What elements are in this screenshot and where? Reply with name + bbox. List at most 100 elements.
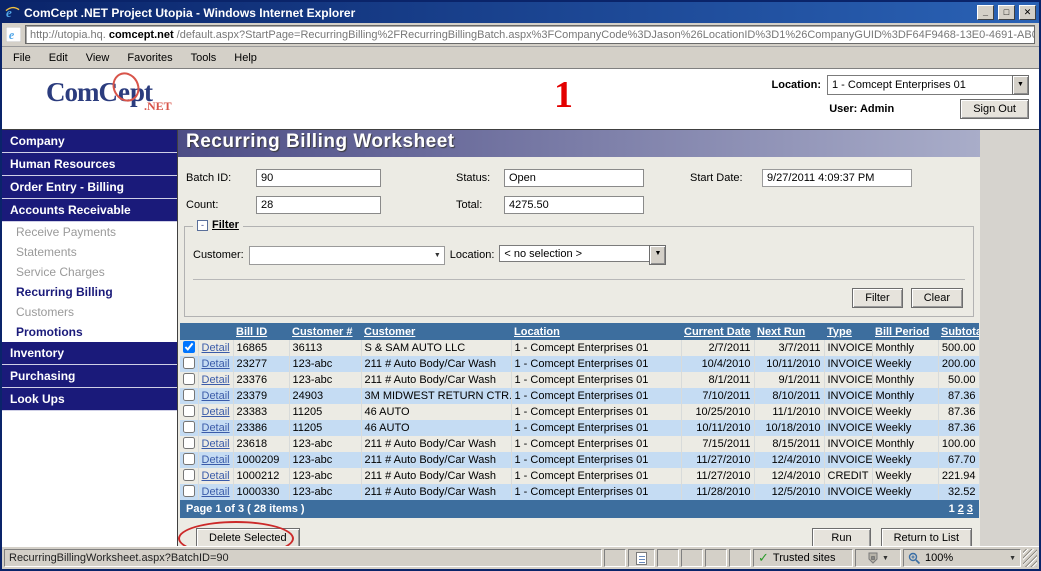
menu-favorites[interactable]: Favorites [118,49,181,67]
pager-page-2[interactable]: 2 [958,503,964,515]
cell-current-date: 11/27/2010 [681,452,754,468]
row-checkbox[interactable] [183,341,195,353]
grid-body: Detail1686536113S & SAM AUTO LLC1 - Comc… [180,340,979,500]
menu-edit[interactable]: Edit [40,49,77,67]
detail-link[interactable]: Detail [202,486,230,498]
chevron-down-icon: ▼ [882,555,889,562]
detail-link[interactable]: Detail [202,470,230,482]
menu-file[interactable]: File [4,49,40,67]
protected-mode-indicator[interactable]: ▼ [855,549,901,567]
sign-out-button[interactable]: Sign Out [960,99,1029,119]
count-field[interactable] [256,196,381,214]
table-row: Detail1000209123-abc211 # Auto Body/Car … [180,452,979,468]
url-prefix: http://utopia.hq. [30,29,106,41]
sidebar-item-look-ups[interactable]: Look Ups [2,388,177,411]
pager-info: Page 1 of 3 ( 28 items ) [186,503,305,515]
row-checkbox[interactable] [183,389,195,401]
sidebar-item-promotions[interactable]: Promotions [2,322,177,342]
detail-link[interactable]: Detail [202,358,230,370]
cell-customer-no: 24903 [289,388,361,404]
batch-id-field[interactable] [256,169,381,187]
sidebar-item-order-entry-billing[interactable]: Order Entry - Billing [2,176,177,199]
cell-current-date: 2/7/2011 [681,340,754,356]
detail-link[interactable]: Detail [202,422,230,434]
cell-customer-no: 36113 [289,340,361,356]
cell-next-run: 8/10/2011 [754,388,824,404]
menu-view[interactable]: View [77,49,119,67]
close-button[interactable]: ✕ [1019,5,1036,20]
url-field[interactable]: http://utopia.hq.comcept.net/default.asp… [25,25,1035,44]
sidebar-item-company[interactable]: Company [2,130,177,153]
chevron-down-icon[interactable]: ▼ [1012,75,1029,95]
row-checkbox[interactable] [183,405,195,417]
cell-bill-id: 1000330 [233,484,289,500]
sidebar-item-recurring-billing[interactable]: Recurring Billing [2,282,177,302]
chevron-down-icon[interactable]: ▼ [649,245,666,265]
row-checkbox[interactable] [183,453,195,465]
detail-link[interactable]: Detail [202,390,230,402]
detail-link[interactable]: Detail [202,374,230,386]
filter-legend[interactable]: Filter [212,219,239,231]
col-bill-id[interactable]: Bill ID [233,323,289,340]
clear-button[interactable]: Clear [911,288,963,308]
menu-tools[interactable]: Tools [182,49,226,67]
cell-type: INVOICE [824,340,872,356]
row-checkbox[interactable] [183,485,195,497]
pager-page-3[interactable]: 3 [967,503,973,515]
sidebar-item-human-resources[interactable]: Human Resources [2,153,177,176]
total-field[interactable] [504,196,644,214]
col-bill-period[interactable]: Bill Period [872,323,938,340]
detail-link[interactable]: Detail [202,406,230,418]
col-current-date[interactable]: Current Date [681,323,754,340]
delete-selected-button[interactable]: Delete Selected [196,528,300,546]
col-customer[interactable]: Customer # [289,323,361,340]
status-field[interactable] [504,169,644,187]
start-date-value: 9/27/2011 4:09:37 PM [762,169,912,187]
row-checkbox[interactable] [183,437,195,449]
cell-subtotal: 50.00 [938,372,979,388]
status-url: RecurringBillingWorksheet.aspx?BatchID=9… [4,549,602,567]
check-icon: ✓ [758,550,769,566]
main-content: Recurring Billing Worksheet Batch ID: St… [178,130,980,546]
filter-button[interactable]: Filter [852,288,902,308]
ie-icon: e [5,5,20,20]
security-zone: ✓ Trusted sites [753,549,853,567]
location-select[interactable]: 1 - Comcept Enterprises 01 ▼ [827,75,1029,95]
detail-link[interactable]: Detail [202,438,230,450]
cell-customer-no: 11205 [289,404,361,420]
col-type[interactable]: Type [824,323,872,340]
resize-grip[interactable] [1023,549,1037,567]
cell-customer: 211 # Auto Body/Car Wash [361,356,511,372]
menu-help[interactable]: Help [225,49,266,67]
col-location[interactable]: Location [511,323,681,340]
detail-link[interactable]: Detail [202,454,230,466]
table-row: Detail233831120546 AUTO1 - Comcept Enter… [180,404,979,420]
maximize-button[interactable]: □ [998,5,1015,20]
col-subtotal[interactable]: Subtotal [938,323,979,340]
sidebar-item-accounts-receivable[interactable]: Accounts Receivable [2,199,177,222]
zoom-level: 100% [925,552,953,564]
customer-filter-label: Customer: [193,249,244,261]
return-to-list-button[interactable]: Return to List [881,528,972,546]
col-next-run[interactable]: Next Run [754,323,824,340]
chevron-down-icon: ▼ [434,252,441,259]
minimize-button[interactable]: _ [977,5,994,20]
customer-filter-select[interactable]: ▼ [249,246,445,265]
collapse-icon[interactable]: - [197,220,208,231]
row-checkbox[interactable] [183,373,195,385]
cell-next-run: 9/1/2011 [754,372,824,388]
row-checkbox[interactable] [183,421,195,433]
cell-bill-id: 16865 [233,340,289,356]
row-checkbox[interactable] [183,469,195,481]
run-button[interactable]: Run [812,528,870,546]
cell-subtotal: 67.70 [938,452,979,468]
user-text: User: Admin [829,103,894,115]
sidebar-item-inventory[interactable]: Inventory [2,342,177,365]
row-checkbox[interactable] [183,357,195,369]
detail-link[interactable]: Detail [202,342,230,354]
location-filter-select[interactable]: < no selection > ▼ [499,245,666,265]
cell-current-date: 7/10/2011 [681,388,754,404]
zoom-control[interactable]: 100% ▼ [903,549,1021,567]
col-customer[interactable]: Customer [361,323,511,340]
sidebar-item-purchasing[interactable]: Purchasing [2,365,177,388]
